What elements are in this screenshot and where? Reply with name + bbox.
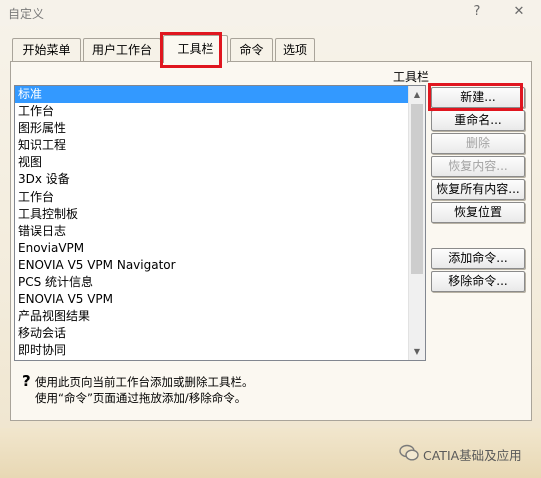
tab-start-menu[interactable]: 开始菜单 xyxy=(12,38,81,62)
tab-highlight-box xyxy=(160,32,222,68)
scroll-up-arrow-icon[interactable]: ▲ xyxy=(409,86,425,103)
hint-text-line1: 使用此页向当前工作台添加或删除工具栏。 xyxy=(35,375,254,389)
tab-user-workbench[interactable]: 用户工作台 xyxy=(83,38,161,62)
list-item[interactable]: ENOVIA V5 VPM Navigator xyxy=(15,257,408,274)
list-item[interactable]: 移动会话 xyxy=(15,325,408,342)
list-item[interactable]: 产品视图结果 xyxy=(15,308,408,325)
list-item[interactable]: 错误日志 xyxy=(15,223,408,240)
window-title: 自定义 xyxy=(8,7,45,21)
list-item[interactable]: PCS 统计信息 xyxy=(15,274,408,291)
wechat-icon xyxy=(399,444,419,461)
list-item[interactable]: 3Dx 设备 xyxy=(15,171,408,188)
list-item[interactable]: ENOVIA V5 VPM xyxy=(15,291,408,308)
rename-button[interactable]: 重命名... xyxy=(431,110,525,131)
tab-commands[interactable]: 命令 xyxy=(230,38,273,62)
list-item[interactable]: 标准 xyxy=(15,86,408,104)
close-button[interactable]: ✕ xyxy=(509,3,529,21)
list-item[interactable]: 工具控制板 xyxy=(15,206,408,223)
list-scrollbar[interactable]: ▲ ▼ xyxy=(408,86,425,360)
restore-all-button[interactable]: 恢复所有内容... xyxy=(431,179,525,200)
remove-command-button[interactable]: 移除命令... xyxy=(431,271,525,292)
restore-content-button[interactable]: 恢复内容... xyxy=(431,156,525,177)
new-button-highlight-box xyxy=(428,83,523,111)
toolbars-label: 工具栏 xyxy=(393,70,430,84)
scroll-thumb[interactable] xyxy=(411,104,423,274)
title-bar: 自定义 ? ✕ xyxy=(0,0,541,26)
list-item[interactable]: 工作台 xyxy=(15,103,408,120)
help-button[interactable]: ? xyxy=(467,3,487,21)
help-question-icon: ? xyxy=(22,372,31,390)
list-item[interactable]: 工作台 xyxy=(15,189,408,206)
add-command-button[interactable]: 添加命令... xyxy=(431,248,525,269)
delete-button[interactable]: 删除 xyxy=(431,133,525,154)
watermark-text: CATIA基础及应用 xyxy=(423,448,522,463)
customize-dialog: 自定义 ? ✕ 开始菜单 用户工作台 工具栏 命令 选项 工具栏 标准 工作台 … xyxy=(0,0,541,478)
list-item[interactable]: 即时协同 xyxy=(15,342,408,359)
list-item[interactable]: 视图 xyxy=(15,154,408,171)
tab-options[interactable]: 选项 xyxy=(275,38,315,62)
list-item[interactable]: EnoviaVPM xyxy=(15,240,408,257)
hint-text-line2: 使用“命令”页面通过拖放添加/移除命令。 xyxy=(35,391,247,405)
scroll-down-arrow-icon[interactable]: ▼ xyxy=(409,343,425,360)
restore-position-button[interactable]: 恢复位置 xyxy=(431,202,525,223)
toolbar-list[interactable]: 标准 工作台 图形属性 知识工程 视图 3Dx 设备 工作台 工具控制板 错误日… xyxy=(14,85,426,361)
list-item[interactable]: 知识工程 xyxy=(15,137,408,154)
list-item[interactable]: 图形属性 xyxy=(15,120,408,137)
toolbar-list-items: 标准 工作台 图形属性 知识工程 视图 3Dx 设备 工作台 工具控制板 错误日… xyxy=(15,86,408,360)
